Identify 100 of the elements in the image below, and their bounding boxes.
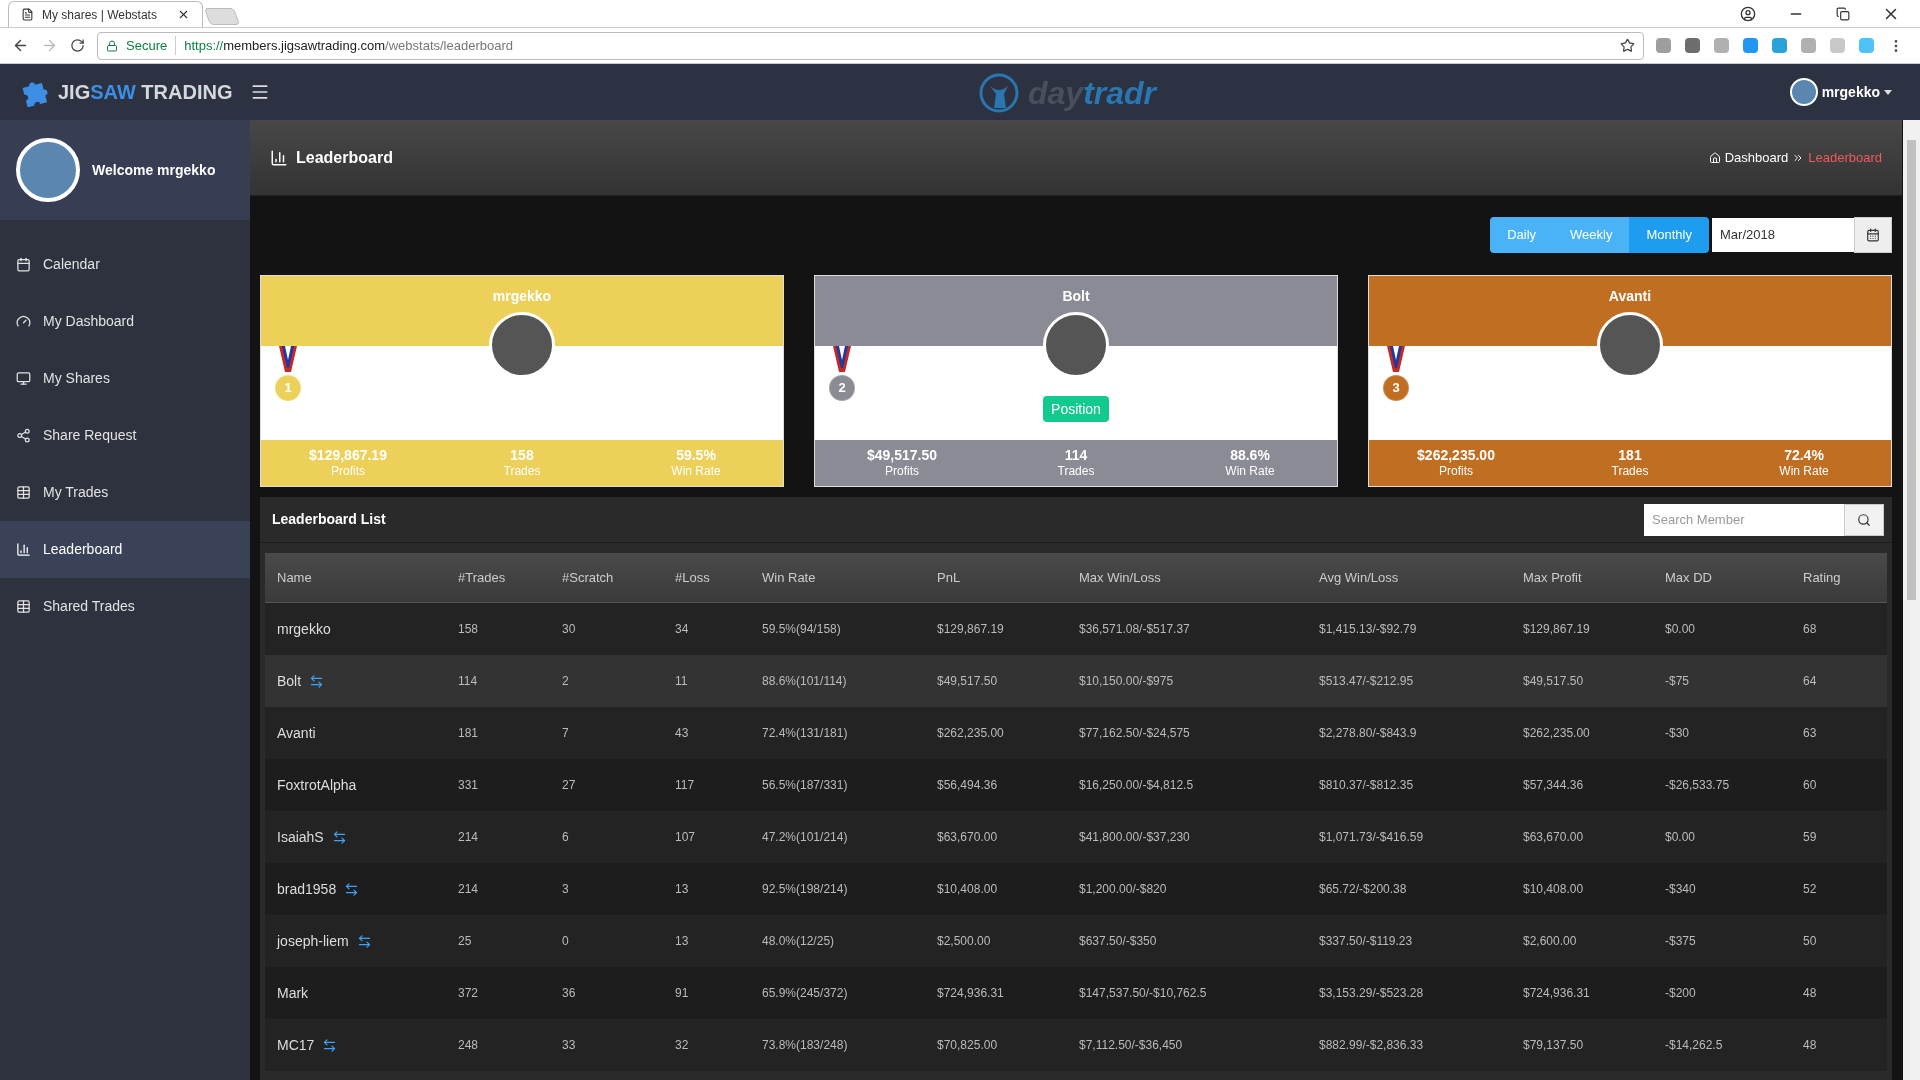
- table-cell-text: $882.99/-$2,836.33: [1319, 1037, 1425, 1054]
- sidebar-item[interactable]: Shared Trades: [0, 578, 250, 635]
- close-icon[interactable]: [177, 8, 190, 21]
- bookmark-star-icon[interactable]: [1620, 38, 1635, 53]
- table-cell-text: 3: [562, 881, 570, 898]
- table-cell-text: -$26,533.75: [1665, 777, 1731, 794]
- table-row[interactable]: mrgekko 158 30 34 59.5%(94/158) $129,867.19 $36,571.08/-$517.37 $1,415.13/-$92.79 $129,867.19 $0.00 68: [265, 603, 1887, 655]
- table-cell-text: 248: [458, 1037, 480, 1054]
- stat-label: Profits: [331, 464, 365, 480]
- table-row[interactable]: Mark 372 36 91 65.9%(245/372) $724,936.31 $147,537.50/-$10,762.5 $3,153.29/-$523.28 $724,936.31 -$200 48: [265, 967, 1887, 1019]
- table-cell-text: -$75: [1665, 673, 1691, 690]
- sidebar-item[interactable]: Share Request: [0, 407, 250, 464]
- table-cell-text: $337.50/-$119.23: [1319, 933, 1414, 950]
- stat-value: $49,517.50: [866, 446, 938, 465]
- table-cell-text: 48: [1803, 985, 1818, 1002]
- stat-label: Win Rate: [671, 464, 721, 480]
- table-row[interactable]: Avanti 181 7 43 72.4%(131/181) $262,235.00 $77,162.50/-$24,575 $2,278.80/-$843.9 $262,235.00 -$30 63: [265, 707, 1887, 759]
- trader-name: Avanti: [1608, 287, 1652, 306]
- stat-label: Profits: [885, 464, 919, 480]
- back-icon[interactable]: [12, 37, 29, 54]
- table-cell-text: $147,537.50/-$10,762.5: [1079, 985, 1208, 1002]
- user-menu[interactable]: mrgekko: [1789, 78, 1892, 106]
- search-icon: [1857, 512, 1871, 527]
- avatar-photo-placeholder: [1789, 78, 1818, 106]
- table-cell-text: $262,235.00: [937, 725, 1005, 742]
- reload-icon[interactable]: [70, 38, 85, 53]
- stat-value: $129,867.19: [309, 446, 387, 465]
- table-cell-text: 214: [458, 829, 480, 846]
- column-header: Avg Win/Loss: [1319, 568, 1400, 587]
- calendar-button[interactable]: [1854, 217, 1892, 253]
- table-row[interactable]: Bolt 114 2 11 88.6%(101/114) $49,517.50 $10,150.00/-$975 $513.47/-$212.95 $49,517.50 -$75 64: [265, 655, 1887, 707]
- table-cell-text: $63,670.00: [1523, 829, 1585, 846]
- browser-tab[interactable]: My shares | Webstats: [8, 1, 203, 27]
- profile-icon[interactable]: [1740, 5, 1756, 22]
- table-row[interactable]: IsaiahS 214 6 107 47.2%(101/214) $63,670.00 $41,800.00/-$37,230 $1,071.73/-$416.59 $63,670.00 $0.00 59: [265, 811, 1887, 863]
- table-cell-text: 64: [1803, 673, 1818, 690]
- table-row[interactable]: joseph-liem 25 0 13 48.0%(12/25) $2,500.00 $637.50/-$350 $337.50/-$119.23 $2,600.00 -$375 50: [265, 915, 1887, 967]
- table-cell-text: 88.6%(101/114): [762, 673, 848, 690]
- table-cell-text: -$30: [1665, 725, 1691, 742]
- sidebar-item[interactable]: My Dashboard: [0, 293, 250, 350]
- breadcrumb-link[interactable]: Dashboard: [1724, 147, 1789, 168]
- table-cell-text: 47.2%(101/214): [762, 829, 849, 846]
- stat-label: Trades: [1611, 464, 1649, 480]
- table-cell-text: 65.9%(245/372): [762, 985, 849, 1002]
- scrollbar[interactable]: [1903, 120, 1920, 1080]
- sidebar-item[interactable]: Calendar: [0, 236, 250, 293]
- table-cell-text: $36,571.08/-$517.37: [1079, 621, 1191, 638]
- lock-icon: [106, 39, 118, 52]
- sidebar-item[interactable]: My Shares: [0, 350, 250, 407]
- table-cell-text: -$375: [1665, 933, 1697, 950]
- table-cell-text: 27: [562, 777, 577, 794]
- stat-value: 72.4%: [1784, 446, 1824, 465]
- table-cell-text: 91: [675, 985, 690, 1002]
- sidebar-item[interactable]: My Trades: [0, 464, 250, 521]
- table-cell-text: 50: [1803, 933, 1818, 950]
- table-cell-text: $49,517.50: [937, 673, 999, 690]
- tab-title: My shares | Webstats: [42, 6, 158, 24]
- menu-item-icon: [16, 314, 31, 329]
- table-cell-text: 114: [458, 673, 479, 690]
- trader-name: FoxtrotAlpha: [277, 775, 357, 795]
- menu-item-icon: [16, 257, 31, 272]
- table-row[interactable]: brad1958 214 3 13 92.5%(198/214) $10,408.00 $1,200.00/-$820 $65.72/-$200.38 $10,408.00 -$340 52: [265, 863, 1887, 915]
- table-row[interactable]: FoxtrotAlpha 331 27 117 56.5%(187/331) $56,494.36 $16,250.00/-$4,812.5 $810.37/-$812.35 $57,344.36 -$26,533.75 60: [265, 759, 1887, 811]
- sidebar-item[interactable]: Leaderboard: [0, 521, 250, 578]
- brand-logo-text: JIGSAW TRADING: [58, 80, 233, 105]
- table-cell-text: $637.50/-$350: [1079, 933, 1158, 950]
- stat-value: 114: [1064, 446, 1088, 465]
- page-icon: [21, 8, 34, 21]
- table-row[interactable]: MC17 248 33 32 73.8%(183/248) $70,825.00 $7,112.50/-$36,450 $882.99/-$2,836.33 $79,137.50 -$14,262.5 48: [265, 1019, 1887, 1071]
- stat-value: $262,235.00: [1417, 446, 1495, 465]
- table-cell-text: 59.5%(94/158): [762, 621, 842, 638]
- table-cell-text: 32: [675, 1037, 690, 1054]
- trader-name: IsaiahS: [277, 827, 324, 847]
- table-cell-text: $724,936.31: [1523, 985, 1591, 1002]
- column-header: Name: [277, 568, 313, 587]
- date-field[interactable]: Mar/2018: [1712, 218, 1854, 252]
- menu-icon[interactable]: [250, 82, 270, 102]
- address-field[interactable]: Secure https://members.jigsawtrading.com/webstats/leaderboard: [97, 31, 1644, 60]
- stat-value: 181: [1618, 446, 1642, 465]
- table-cell-text: 214: [458, 881, 480, 898]
- table-cell-text: -$14,262.5: [1665, 1037, 1724, 1054]
- search-field[interactable]: Search Member: [1644, 503, 1844, 536]
- table-cell-text: $16,250.00/-$4,812.5: [1079, 777, 1195, 794]
- search-button[interactable]: [1844, 503, 1884, 536]
- column-header: Win Rate: [762, 568, 817, 587]
- table-cell-text: $10,408.00: [937, 881, 999, 898]
- menu-item-icon: [16, 371, 31, 386]
- restore-icon[interactable]: [1836, 6, 1850, 21]
- table-cell-text: $129,867.19: [937, 621, 1005, 638]
- stat-value: 88.6%: [1230, 446, 1270, 465]
- column-header: #Loss: [675, 568, 711, 587]
- scrollbar-thumb[interactable]: [1907, 140, 1916, 600]
- table-cell-text: $810.37/-$812.35: [1319, 777, 1415, 794]
- table-cell-text: $1,415.13/-$92.79: [1319, 621, 1418, 638]
- table-cell-text: 13: [675, 881, 690, 898]
- extension-icon[interactable]: [1685, 38, 1700, 53]
- table-cell-text: $65.72/-$200.38: [1319, 881, 1408, 898]
- table-cell-text: $2,278.80/-$843.9: [1319, 725, 1418, 742]
- table-cell-text: $41,800.00/-$37,230: [1079, 829, 1191, 846]
- table-cell-text: 43: [675, 725, 690, 742]
